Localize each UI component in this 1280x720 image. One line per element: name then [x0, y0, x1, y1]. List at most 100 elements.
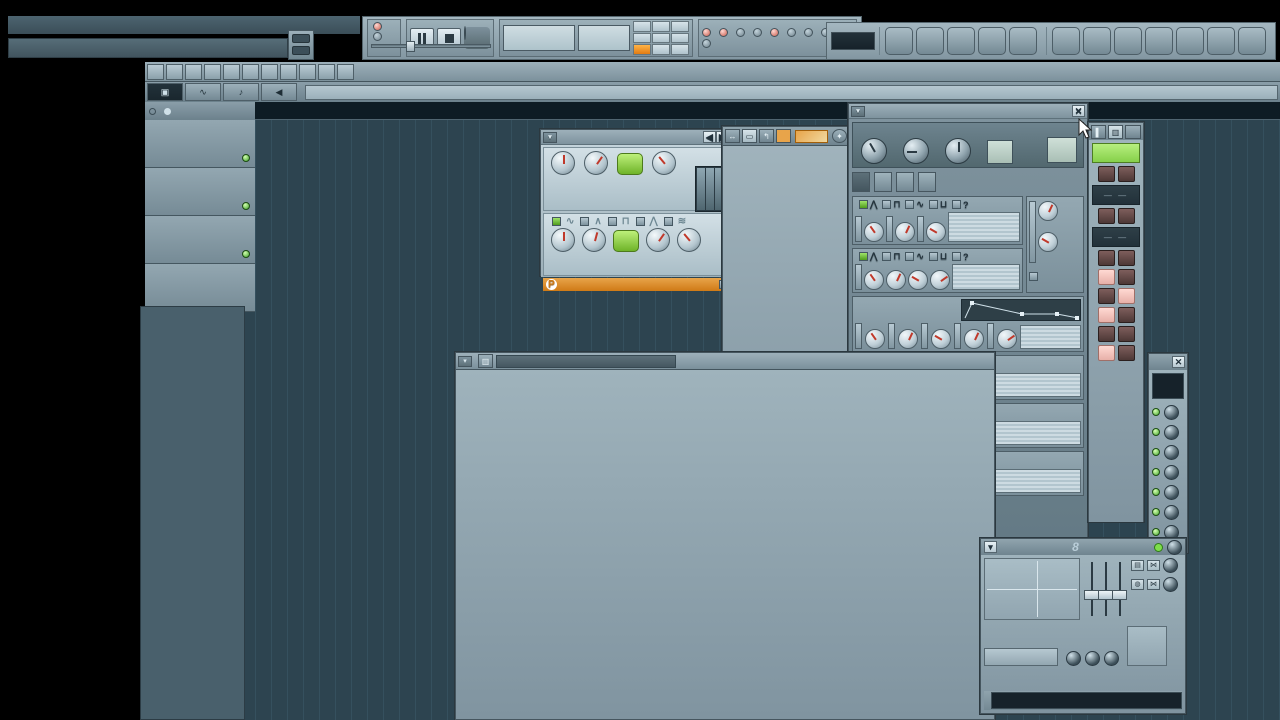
scroll-left-button[interactable]: ◀: [261, 83, 297, 101]
paint-icon[interactable]: [204, 63, 221, 80]
fpc-menu-icon[interactable]: ▾: [543, 131, 557, 143]
lfo-shape-square-icon[interactable]: [607, 217, 617, 226]
rack-settings-icon[interactable]: ✦: [832, 129, 847, 143]
mixer-icon[interactable]: [1009, 27, 1037, 55]
rack-graph-strip[interactable]: [795, 129, 828, 143]
osc12-mix-knob[interactable]: [1038, 201, 1058, 221]
osc12-am-knob[interactable]: [1038, 232, 1058, 252]
fx-switch-1[interactable]: [1092, 166, 1140, 182]
fpc-peak-base-knob[interactable]: [551, 151, 575, 175]
osc2-wave-noise-icon[interactable]: [952, 252, 961, 261]
switch-tools[interactable]: [787, 28, 799, 37]
numpad-2[interactable]: [652, 44, 670, 55]
output-invert-icon[interactable]: ⋈: [1147, 579, 1160, 590]
draw-icon[interactable]: [185, 63, 202, 80]
playlist-ruler[interactable]: [255, 102, 1280, 120]
mixer-titlebar[interactable]: ▾ ▥: [456, 353, 994, 370]
output-device-name[interactable]: [991, 692, 1182, 709]
osc1-wave-sine-icon[interactable]: [905, 200, 915, 209]
output-knob-c1[interactable]: [1066, 651, 1081, 666]
env-dec-knob[interactable]: [898, 329, 918, 349]
fx-channel-selector[interactable]: [1047, 137, 1077, 163]
fx-switch-8[interactable]: [1092, 345, 1140, 361]
pattern-song-switch[interactable]: [367, 19, 491, 57]
mini-strip-display[interactable]: [1152, 373, 1184, 399]
envelope-graph[interactable]: [961, 299, 1081, 321]
fpc-lfo-vol-knob[interactable]: [582, 228, 606, 252]
tab-automation[interactable]: ∿: [185, 83, 221, 101]
slice-icon[interactable]: [280, 63, 297, 80]
lfo-shape-saw-icon[interactable]: [635, 217, 645, 226]
osc2-pad[interactable]: [952, 264, 1020, 290]
vol-knob[interactable]: [903, 138, 929, 164]
output-master-knob[interactable]: [1167, 539, 1182, 555]
pattern-numpad[interactable]: [633, 21, 689, 55]
switch-record-mode[interactable]: [753, 28, 765, 37]
search-icon[interactable]: [1176, 27, 1204, 55]
fx-switch-6[interactable]: [1092, 307, 1140, 323]
playlist-scrollbar[interactable]: [305, 84, 1278, 100]
fpc-lfo-base-knob[interactable]: [551, 228, 575, 252]
output-menu-icon[interactable]: ▾: [984, 541, 997, 553]
step-sequencer-icon[interactable]: [916, 27, 944, 55]
track-header-4[interactable]: [145, 264, 255, 312]
tab-step[interactable]: ▣: [147, 83, 183, 101]
fpc-peak-dec-knob[interactable]: [652, 151, 676, 175]
output-mode-icon[interactable]: ▤: [1131, 560, 1144, 571]
numpad-4[interactable]: [633, 32, 651, 44]
tempo-display[interactable]: [503, 25, 575, 51]
mini-strip-row[interactable]: [1152, 502, 1184, 522]
pitch-knob[interactable]: [945, 138, 971, 164]
osc1-wave-saw-icon[interactable]: [859, 200, 868, 209]
lfo-shape-noise-icon[interactable]: [663, 217, 673, 226]
fpc-lfo-tns-button[interactable]: [613, 230, 639, 252]
hint-knob-panel[interactable]: [288, 30, 314, 60]
mixer-name-field[interactable]: [496, 354, 676, 368]
switch-snap[interactable]: [719, 28, 731, 37]
lfo-shape-tri-icon[interactable]: [580, 217, 590, 226]
rack-resize-icon[interactable]: ↔: [725, 129, 740, 143]
output-phase-icon[interactable]: ◍: [1131, 579, 1144, 590]
osc2-wave-pulse-icon[interactable]: [928, 252, 938, 261]
cs-menu-icon[interactable]: ▾: [851, 105, 865, 117]
numpad-6[interactable]: [671, 32, 689, 44]
osc1-fine-knob[interactable]: [895, 222, 915, 242]
mute-icon[interactable]: [242, 63, 259, 80]
output-knob-c3[interactable]: [1104, 651, 1119, 666]
numpad-3[interactable]: [671, 44, 689, 55]
osc12-sync-icon[interactable]: [1029, 272, 1038, 281]
env-sl-knob[interactable]: [964, 329, 984, 349]
fx-slot-3[interactable]: — —: [1092, 227, 1140, 247]
numpad-7[interactable]: [633, 21, 651, 32]
osc2-crs-knob[interactable]: [864, 270, 884, 290]
fpc-peak-tns-button[interactable]: [617, 153, 643, 175]
numpad-1[interactable]: [633, 44, 651, 55]
envelope-pad[interactable]: [1020, 325, 1081, 349]
numpad-9[interactable]: [671, 21, 689, 32]
switch-step-edit[interactable]: [736, 28, 748, 37]
mini-strip-row[interactable]: [1152, 422, 1184, 442]
osc2-wave-square-icon[interactable]: [882, 252, 892, 261]
tab-smp[interactable]: [874, 172, 892, 192]
time-display[interactable]: [578, 25, 630, 51]
playlist-icon[interactable]: [885, 27, 913, 55]
browser-icon[interactable]: [978, 27, 1006, 55]
output-graph[interactable]: [984, 558, 1080, 620]
mini-strip-row[interactable]: [1152, 462, 1184, 482]
fx-switch-5[interactable]: [1092, 288, 1140, 304]
fpc-titlebar[interactable]: ▾ ◀ ▶: [541, 130, 731, 145]
cut-icon[interactable]: [1145, 27, 1173, 55]
output-enable-led[interactable]: [1154, 542, 1163, 552]
env-sus-knob[interactable]: [931, 329, 951, 349]
fpc-lfo-tns2-knob[interactable]: [677, 228, 701, 252]
osc2-vol-knob[interactable]: [930, 270, 950, 290]
selector-dropdown[interactable]: [831, 32, 875, 50]
mixer-menu-icon[interactable]: ▾: [458, 355, 472, 367]
osc1-wave-pulse-icon[interactable]: [928, 200, 938, 209]
tab-ts404[interactable]: [852, 172, 870, 192]
zoom-icon[interactable]: [318, 63, 335, 80]
track-header-1[interactable]: [145, 120, 255, 168]
mini-strip-row[interactable]: [1152, 402, 1184, 422]
export-icon[interactable]: [1114, 27, 1142, 55]
fx-switch-7[interactable]: [1092, 326, 1140, 342]
